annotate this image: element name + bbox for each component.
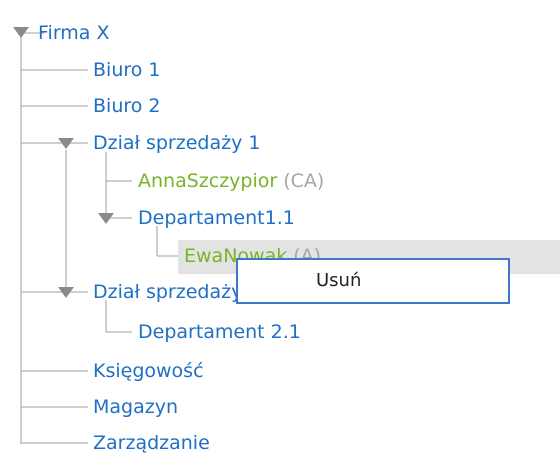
- tree-node-dzial-sprzedazy-1[interactable]: Dział sprzedaży 1: [93, 130, 260, 156]
- tree-node-ksiegowosc[interactable]: Księgowość: [93, 358, 204, 384]
- tree-node-firma-x[interactable]: Firma X: [38, 20, 110, 46]
- role-badge: (CA): [283, 170, 325, 192]
- tree-node-departament-2-1[interactable]: Departament 2.1: [138, 319, 301, 345]
- tree-node-label: Biuro 1: [93, 59, 161, 81]
- org-tree-panel: Firma X Biuro 1 Biuro 2 Dział sprzedaży …: [0, 0, 560, 454]
- tree-node-label: Departament 2.1: [138, 321, 301, 343]
- context-menu: Usuń: [236, 258, 510, 304]
- tree-node-label: AnnaSzczypior: [138, 170, 278, 192]
- tree-node-departament-1-1[interactable]: Departament1.1: [138, 205, 295, 231]
- tree-node-anna-szczypior[interactable]: AnnaSzczypior (CA): [138, 168, 324, 194]
- tree-node-label: Magazyn: [93, 396, 178, 418]
- tree-node-magazyn[interactable]: Magazyn: [93, 394, 178, 420]
- tree-node-label: Biuro 2: [93, 95, 161, 117]
- tree-node-biuro-2[interactable]: Biuro 2: [93, 93, 161, 119]
- tree-node-biuro-1[interactable]: Biuro 1: [93, 57, 161, 83]
- tree-node-zarzadzanie[interactable]: Zarządzanie: [93, 430, 210, 454]
- tree-node-label: Departament1.1: [138, 207, 295, 229]
- context-menu-delete-item[interactable]: Usuń: [316, 269, 361, 293]
- tree-node-label: Firma X: [38, 22, 110, 44]
- tree-node-label: Księgowość: [93, 360, 204, 382]
- tree-node-label: Dział sprzedaży 1: [93, 132, 261, 154]
- tree-node-label: Zarządzanie: [93, 432, 210, 454]
